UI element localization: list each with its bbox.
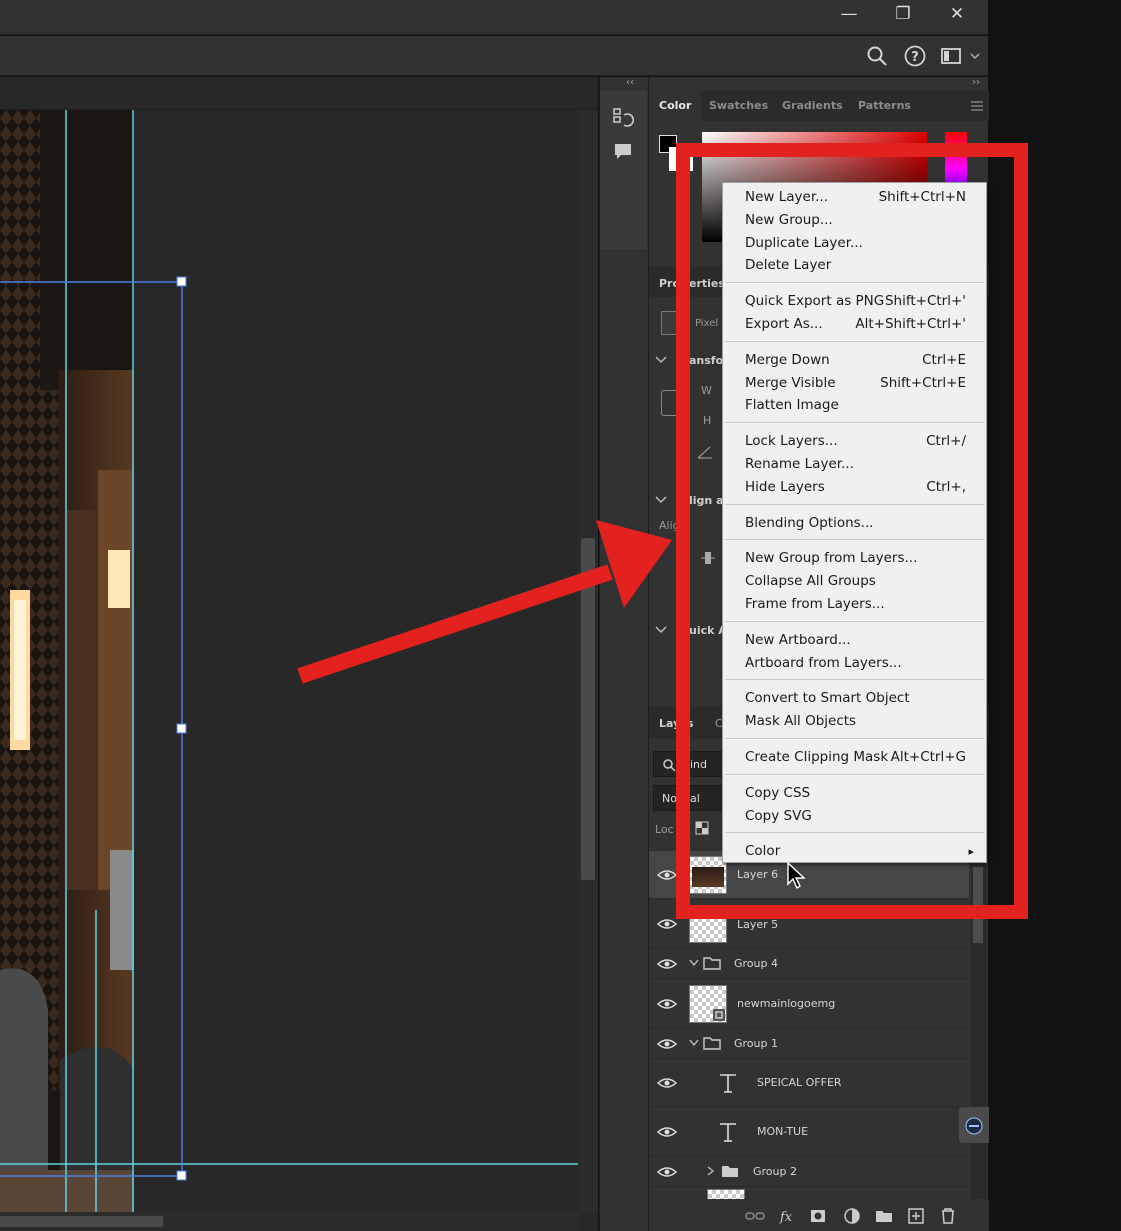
horizontal-scroll-thumb[interactable] [0,1216,163,1227]
layer-row[interactable]: Group 4 [649,949,969,979]
remote-icon[interactable] [965,1117,983,1135]
eye-icon[interactable] [657,869,677,881]
transform-handle [176,1170,187,1181]
search-icon[interactable] [865,44,889,68]
annotation-highlight-box [676,143,1028,919]
mouse-cursor-icon [787,862,806,890]
title-bar: — ❐ ✕ [0,0,988,35]
eye-icon[interactable] [657,1166,677,1178]
lock-label: Loc [655,823,674,836]
layer-thumbnail [689,985,727,1023]
layer-row[interactable]: Group 2 [649,1157,969,1187]
folder-icon [703,957,721,970]
panel-menu-icon[interactable] [971,101,983,111]
eye-icon[interactable] [657,918,677,930]
transform-handle [176,276,187,287]
transform-bounding-box [0,281,183,1177]
text-layer-icon [720,1074,736,1093]
add-mask-icon[interactable] [809,1207,827,1225]
eye-icon[interactable] [657,1038,677,1050]
close-button[interactable]: ✕ [930,0,984,30]
layer-name: Layer 5 [737,918,779,931]
folder-icon [703,1037,721,1050]
text-layer-icon [720,1123,736,1142]
tab-color[interactable]: Color [649,91,702,121]
layer-name: newmainlogoemg [737,997,836,1010]
document-tab-strip [0,77,598,110]
fx-icon[interactable]: fx [779,1207,797,1225]
color-panel-tabs: Color Swatches Gradients Patterns [649,91,989,121]
tab-patterns[interactable]: Patterns [848,91,921,121]
layer-name: Group 4 [734,957,778,970]
options-bar: ? [0,36,988,76]
adjustment-layer-icon[interactable] [843,1207,861,1225]
tab-swatches[interactable]: Swatches [699,91,778,121]
layer-row[interactable]: newmainlogoemg [649,979,969,1029]
layers-footer: fx [649,1201,989,1231]
horizontal-scrollbar[interactable] [0,1212,578,1231]
minimize-button[interactable]: — [822,0,876,30]
eye-icon[interactable] [657,958,677,970]
eye-icon[interactable] [657,1126,677,1138]
layer-row[interactable]: SPEICAL OFFER [649,1059,969,1107]
chevron-down-icon[interactable] [655,495,667,505]
chevron-down-icon[interactable] [970,51,980,61]
layer-name: SPEICAL OFFER [757,1076,842,1089]
vertical-scrollbar[interactable] [578,110,598,1212]
eye-icon[interactable] [657,998,677,1010]
new-group-icon[interactable] [875,1207,893,1225]
collapse-right-icon[interactable]: ›› [972,77,980,88]
chevron-right-icon[interactable] [707,1166,715,1176]
panel-icon-column: ‹‹ [599,77,648,1231]
layer-name: Group 1 [734,1037,778,1050]
layer-thumbnail [707,1189,745,1199]
transform-handle [176,723,187,734]
chevron-down-icon[interactable] [655,625,667,635]
search-icon [663,759,676,772]
vertical-scroll-thumb[interactable] [581,538,595,880]
layer-name: MON-TUE [757,1125,809,1138]
help-icon[interactable]: ? [903,44,927,68]
chevron-down-icon[interactable] [689,1039,699,1047]
tab-gradients[interactable]: Gradients [772,91,853,121]
photoshop-window: — ❐ ✕ ? ‹‹ ›› Color Swatches Gradients P… [0,0,1121,1231]
layer-row[interactable]: Group 1 [649,1029,969,1059]
collapse-left-icon[interactable]: ‹‹ [626,77,634,88]
canvas-overlay [0,110,578,1212]
chevron-down-icon[interactable] [655,355,667,365]
history-icon[interactable] [612,107,634,129]
delete-layer-icon[interactable] [939,1207,957,1225]
chevron-down-icon[interactable] [689,959,699,967]
svg-text:?: ? [911,50,919,65]
folder-icon [722,1166,738,1177]
blend-mode-label: No [662,792,677,805]
workspace-icon[interactable] [940,44,964,68]
side-tab[interactable] [959,1107,989,1143]
smart-object-icon [713,1009,725,1021]
new-layer-icon[interactable] [907,1207,925,1225]
restore-button[interactable]: ❐ [876,0,930,30]
svg-text:fx: fx [779,1210,793,1225]
comments-icon[interactable] [612,141,634,163]
layer-row[interactable]: MON-TUE [649,1107,969,1157]
layer-name: Group 2 [753,1165,797,1178]
eye-icon[interactable] [657,1077,677,1089]
canvas-area[interactable] [0,110,598,1231]
link-layers-icon[interactable] [745,1209,765,1223]
